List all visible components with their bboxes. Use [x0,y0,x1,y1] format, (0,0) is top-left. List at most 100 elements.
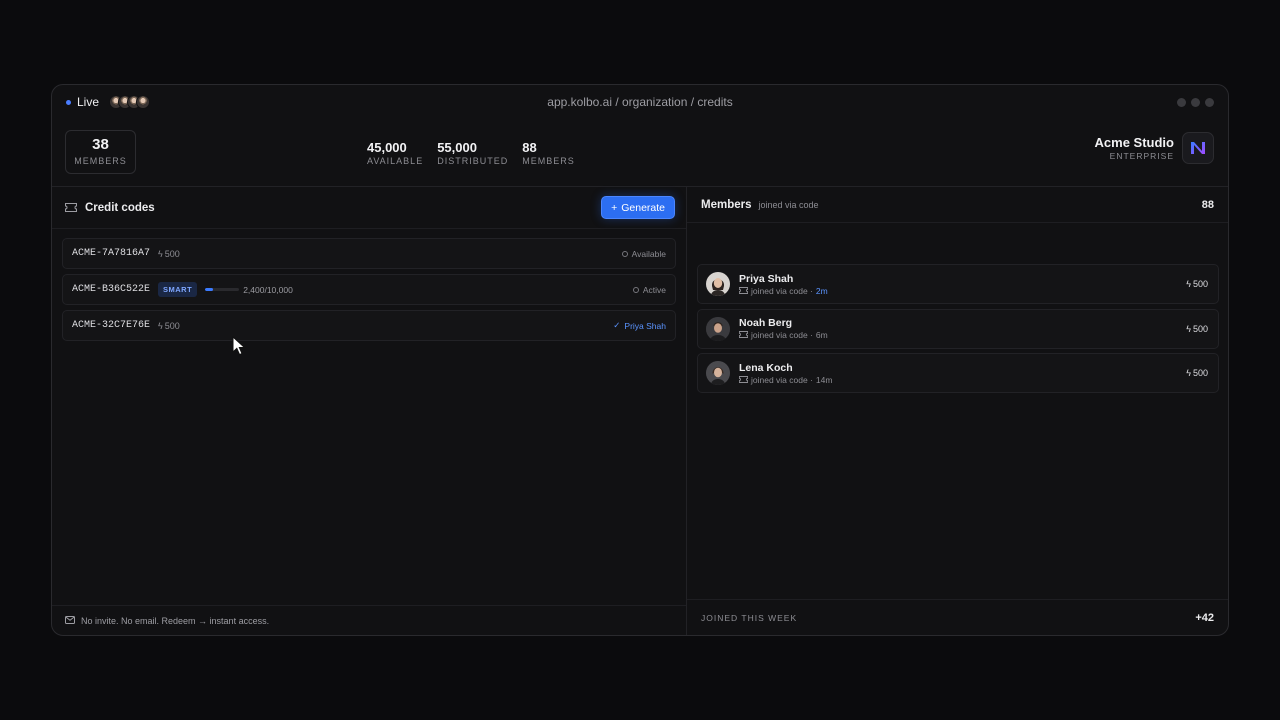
panel-subtitle: joined via code [758,199,819,210]
joined-week-value: +42 [1195,611,1214,624]
member-info: Lena Koch joined via code · 14m [738,361,833,385]
live-dot-icon [66,99,71,105]
credit-stats: 45,000 AVAILABLE 55,000 DISTRIBUTED 88 M… [367,140,575,166]
presence-avatars[interactable] [109,95,151,109]
panels: Credit codes + Generate ACME-7A7816A7 ϟ5… [52,187,1228,635]
members-list: Priya Shah joined via code · 2m ϟ 500 No… [687,223,1228,393]
credits-value: 500 [1192,323,1208,334]
window-control-button[interactable] [1177,97,1186,107]
avatar [706,272,730,296]
status-text: Available [631,248,666,259]
status-text: Priya Shah [624,320,666,331]
joined-week-label: JOINED THIS WEEK [701,612,798,623]
url-text: app.kolbo.ai / organization / credits [547,95,733,109]
address-bar: app.kolbo.ai / organization / credits [52,95,1228,109]
plus-icon: + [611,201,618,214]
members-count-card: 38 MEMBERS [65,130,136,174]
member-row[interactable]: Lena Koch joined via code · 14m ϟ 500 [697,353,1219,393]
stat-label: AVAILABLE [367,156,424,166]
status-badge: Active [632,284,666,295]
app-window: Live app.kolbo.ai / organization / credi… [51,84,1229,636]
credits-value: 500 [164,248,180,259]
generate-label: Generate [621,201,665,214]
generate-button[interactable]: + Generate [601,196,675,219]
status-ring-icon [632,286,639,293]
members-count: 88 [1201,198,1214,211]
bolt-icon: ϟ [158,248,163,259]
code-text: ACME-32C7E76E [72,320,151,331]
member-credits: ϟ 500 [1186,279,1208,289]
status-badge: Available [621,248,666,259]
bolt-icon: ϟ [1186,323,1191,334]
bolt-icon: ϟ [158,320,163,331]
member-time: 6m [815,330,828,340]
credit-codes-panel: Credit codes + Generate ACME-7A7816A7 ϟ5… [52,187,687,635]
credits-value: 500 [164,320,180,331]
code-credits: ϟ 500 [158,249,180,259]
ticket-icon [65,199,77,217]
code-row[interactable]: ACME-7A7816A7 ϟ 500 Available [62,238,676,269]
member-meta: joined via code · 14m [738,374,833,385]
code-row[interactable]: ACME-B36C522E SMART 2,400/10,000 Active [62,274,676,305]
member-meta-text: joined via code · [751,330,813,340]
member-row[interactable]: Priya Shah joined via code · 2m ϟ 500 [697,264,1219,304]
stat-members: 88 MEMBERS [522,140,575,166]
ticket-icon [738,375,749,385]
avatar [136,95,151,109]
member-name: Lena Koch [739,361,793,374]
usage-text: 2,400/10,000 [243,284,293,295]
org-logo-icon [1182,132,1214,164]
member-info: Noah Berg joined via code · 6m [738,317,828,340]
progress-fill [205,288,214,291]
credit-codes-header: Credit codes + Generate [52,187,686,229]
member-credits: ϟ 500 [1186,368,1208,378]
org-badge[interactable]: Acme Studio ENTERPRISE [1095,132,1214,164]
credits-value: 500 [1192,368,1208,378]
stat-label: DISTRIBUTED [437,156,509,166]
member-name: Noah Berg [739,317,793,329]
usage-progress-bar [205,288,240,291]
live-label: Live [77,95,100,109]
codes-list: ACME-7A7816A7 ϟ 500 Available ACME-B36C52… [52,229,686,341]
member-time: 14m [815,374,833,385]
org-tier: ENTERPRISE [1109,151,1174,161]
member-meta: joined via code · 2m [738,285,828,296]
members-footer: JOINED THIS WEEK +42 [687,599,1228,635]
ticket-icon [738,286,749,296]
avatar [706,316,730,341]
codes-footer: No invite. No email. Redeem → instant ac… [52,605,686,635]
mail-icon [65,615,75,626]
stat-available: 45,000 AVAILABLE [367,140,423,166]
org-text: Acme Studio ENTERPRISE [1095,135,1174,161]
code-credits: ϟ 500 [158,321,180,331]
panel-title: Credit codes [85,201,155,214]
stat-value: 55,000 [437,140,477,155]
status-text: Active [642,284,666,295]
window-control-button[interactable] [1191,97,1200,107]
code-text: ACME-B36C522E [72,284,151,295]
titlebar: Live app.kolbo.ai / organization / credi… [52,85,1228,119]
stat-value: 88 [522,140,537,155]
stat-distributed: 55,000 DISTRIBUTED [437,140,508,166]
stat-value: 45,000 [367,140,407,155]
window-controls [1177,97,1214,107]
bolt-icon: ϟ [1186,368,1191,378]
credits-value: 500 [1192,279,1208,289]
member-name: Priya Shah [739,272,794,285]
members-count-label: MEMBERS [74,156,127,166]
member-meta-text: joined via code · [751,285,813,296]
member-time: 2m [815,285,828,296]
member-credits: ϟ 500 [1186,324,1208,334]
code-row[interactable]: ACME-32C7E76E ϟ 500 ✓ Priya Shah [62,310,676,341]
members-header: Members joined via code 88 [687,187,1228,223]
footer-text: No invite. No email. Redeem → instant ac… [81,615,270,626]
members-count-value: 38 [92,136,109,153]
stat-label: MEMBERS [522,156,575,166]
smart-badge: SMART [158,282,198,297]
bolt-icon: ϟ [1186,279,1191,289]
member-row[interactable]: Noah Berg joined via code · 6m ϟ 500 [697,308,1219,349]
live-indicator: Live [66,95,99,109]
panel-title: Members [701,198,752,211]
org-name: Acme Studio [1094,135,1174,150]
window-control-button[interactable] [1205,97,1214,107]
